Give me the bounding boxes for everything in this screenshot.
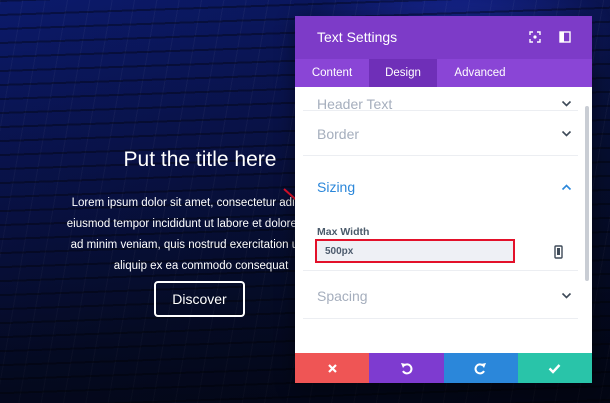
discard-button[interactable] [295, 353, 370, 383]
undo-button[interactable] [369, 353, 444, 383]
chevron-down-icon[interactable] [561, 292, 572, 300]
tab-advanced[interactable]: Advanced [445, 59, 515, 87]
section-label[interactable]: Sizing [317, 179, 355, 195]
panel-footer [295, 353, 592, 383]
section-spacing[interactable]: Spacing [303, 271, 578, 319]
max-width-input[interactable] [315, 239, 515, 263]
sidebar-toggle-icon[interactable] [558, 30, 572, 44]
close-icon [327, 363, 337, 373]
chevron-up-icon[interactable] [561, 183, 572, 191]
fullscreen-icon[interactable] [528, 30, 542, 44]
section-label: Header Text [317, 96, 393, 112]
phone-icon[interactable] [554, 245, 563, 259]
check-icon [549, 363, 561, 374]
redo-button[interactable] [443, 353, 518, 383]
panel-header: Text Settings [295, 16, 592, 59]
save-button[interactable] [517, 353, 592, 383]
settings-tabs: Content Design Advanced [295, 59, 592, 87]
tab-content[interactable]: Content [303, 59, 361, 87]
panel-title: Text Settings [317, 29, 398, 45]
section-label: Border [317, 126, 360, 142]
undo-icon [400, 362, 413, 374]
section-border[interactable]: Border [303, 111, 578, 156]
chevron-down-icon[interactable] [561, 130, 572, 138]
scrollbar[interactable] [585, 106, 589, 281]
section-header-text[interactable]: Header Text [303, 87, 578, 112]
max-width-label: Max Width [317, 226, 370, 238]
chevron-down-icon[interactable] [561, 100, 572, 108]
text-settings-panel: Text Settings Content Design Advanced He… [295, 16, 592, 383]
settings-content: Header Text Border Sizing Max Width Spac… [295, 87, 592, 353]
tab-design[interactable]: Design [369, 59, 437, 87]
redo-icon [474, 362, 487, 374]
discover-button[interactable]: Discover [154, 281, 245, 317]
section-label: Spacing [317, 288, 368, 304]
